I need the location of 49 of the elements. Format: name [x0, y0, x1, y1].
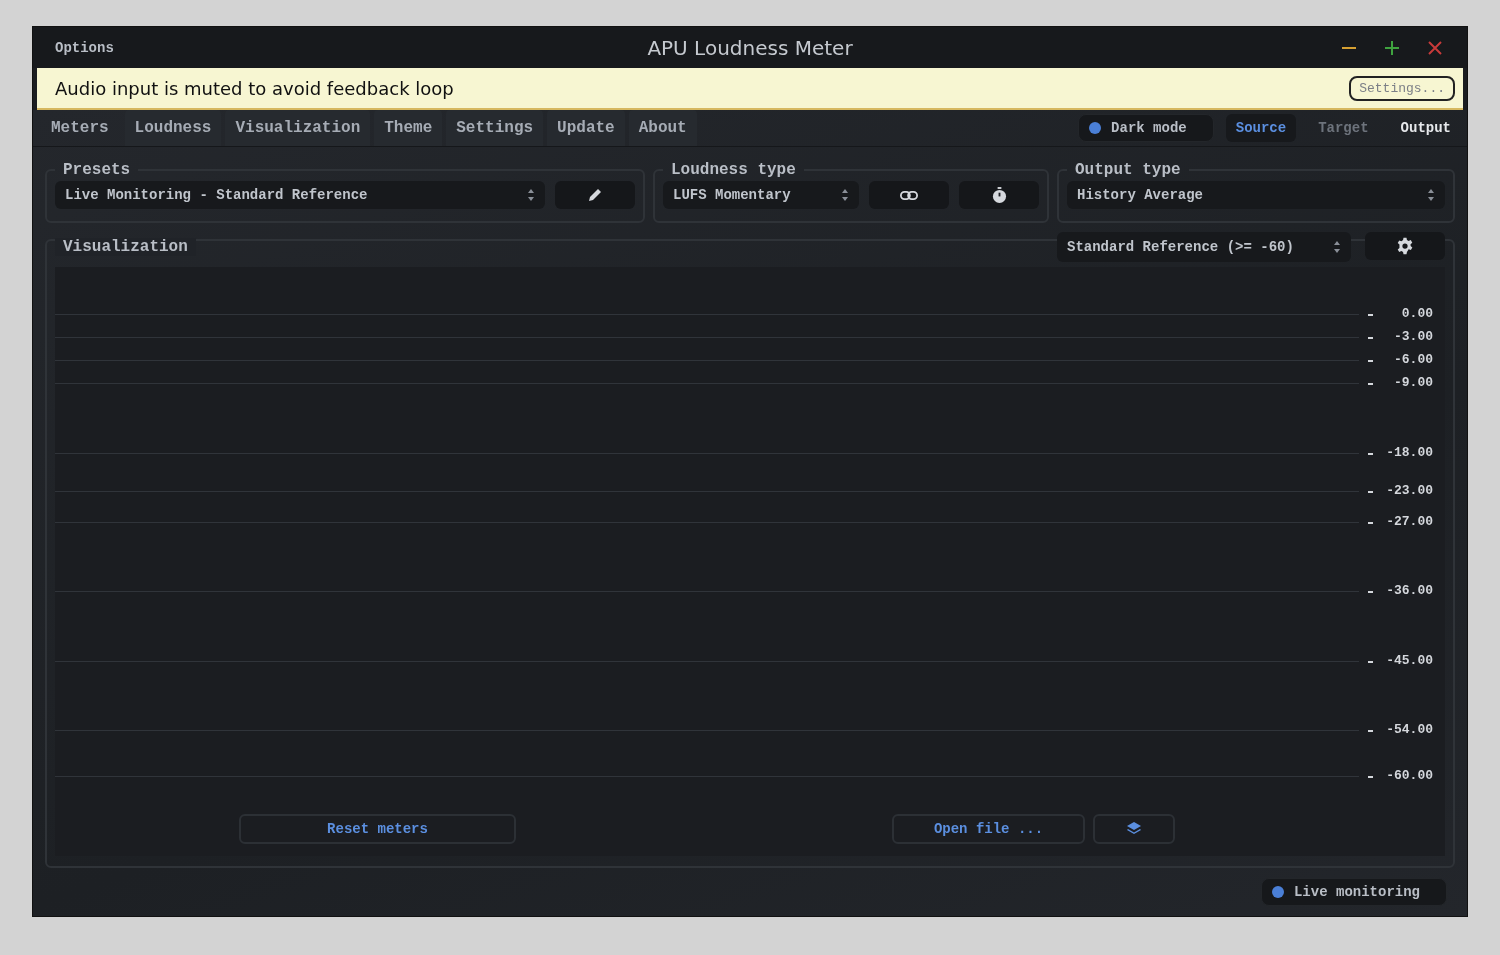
- options-menu[interactable]: Options: [55, 39, 114, 56]
- updown-icon: [841, 188, 849, 202]
- layers-icon: [1126, 821, 1142, 837]
- updown-icon: [1427, 188, 1435, 202]
- dark-mode-toggle[interactable]: Dark mode: [1078, 114, 1214, 142]
- scale-label: -45.00: [1386, 652, 1433, 668]
- view-tab[interactable]: Source: [1225, 114, 1297, 142]
- settings-button[interactable]: [1365, 232, 1445, 260]
- range-dropdown[interactable]: Standard Reference (>= -60): [1057, 232, 1351, 262]
- scale-label: 0.00: [1401, 306, 1433, 321]
- settings-icon: [1396, 237, 1414, 255]
- scale-label: -60.00: [1386, 768, 1433, 783]
- layers-button[interactable]: [1093, 814, 1175, 844]
- tab[interactable]: Update: [547, 110, 625, 146]
- scale-label: -27.00: [1386, 513, 1433, 529]
- scale-label: -36.00: [1386, 583, 1433, 599]
- link-icon: [900, 189, 918, 201]
- scale-label: -18.00: [1386, 444, 1433, 460]
- scale-label: -23.00: [1386, 483, 1433, 499]
- tab[interactable]: Theme: [374, 110, 443, 146]
- scale-label: -54.00: [1386, 721, 1433, 737]
- tab[interactable]: Meters: [39, 110, 121, 146]
- edit-button[interactable]: [555, 181, 635, 209]
- link-button[interactable]: [869, 181, 949, 209]
- window-title: APU Loudness Meter: [647, 35, 853, 60]
- group-title: Loudness type: [670, 161, 797, 179]
- view-tab[interactable]: Output: [1390, 116, 1461, 140]
- live-monitoring-toggle[interactable]: Live monitoring: [1260, 878, 1447, 906]
- tab[interactable]: Loudness: [124, 110, 222, 146]
- loudness-type-dropdown[interactable]: LUFS Momentary: [663, 181, 859, 209]
- open-file-button[interactable]: Open file ...: [892, 814, 1085, 844]
- timer-button[interactable]: [959, 181, 1039, 209]
- scale-label: -3.00: [1394, 329, 1433, 345]
- updown-icon: [527, 188, 535, 202]
- group-title: Output type: [1074, 161, 1182, 179]
- tab[interactable]: Settings: [446, 110, 544, 146]
- pencil-icon: [587, 187, 603, 203]
- stopwatch-icon: [991, 186, 1007, 204]
- reset-meters-button[interactable]: Reset meters: [239, 814, 516, 844]
- settings-button[interactable]: Settings...: [1349, 75, 1455, 101]
- tab[interactable]: Visualization: [225, 110, 371, 146]
- scale-label: -6.00: [1394, 352, 1433, 368]
- tab[interactable]: About: [628, 110, 697, 146]
- output-type-dropdown[interactable]: History Average: [1067, 181, 1445, 209]
- group-title: Presets: [62, 161, 132, 179]
- presets-dropdown[interactable]: Live Monitoring - Standard Reference: [55, 181, 545, 209]
- scale-label: -9.00: [1394, 375, 1433, 391]
- notice-message: Audio input is muted to avoid feedback loop: [55, 77, 454, 99]
- updown-icon: [1333, 240, 1341, 254]
